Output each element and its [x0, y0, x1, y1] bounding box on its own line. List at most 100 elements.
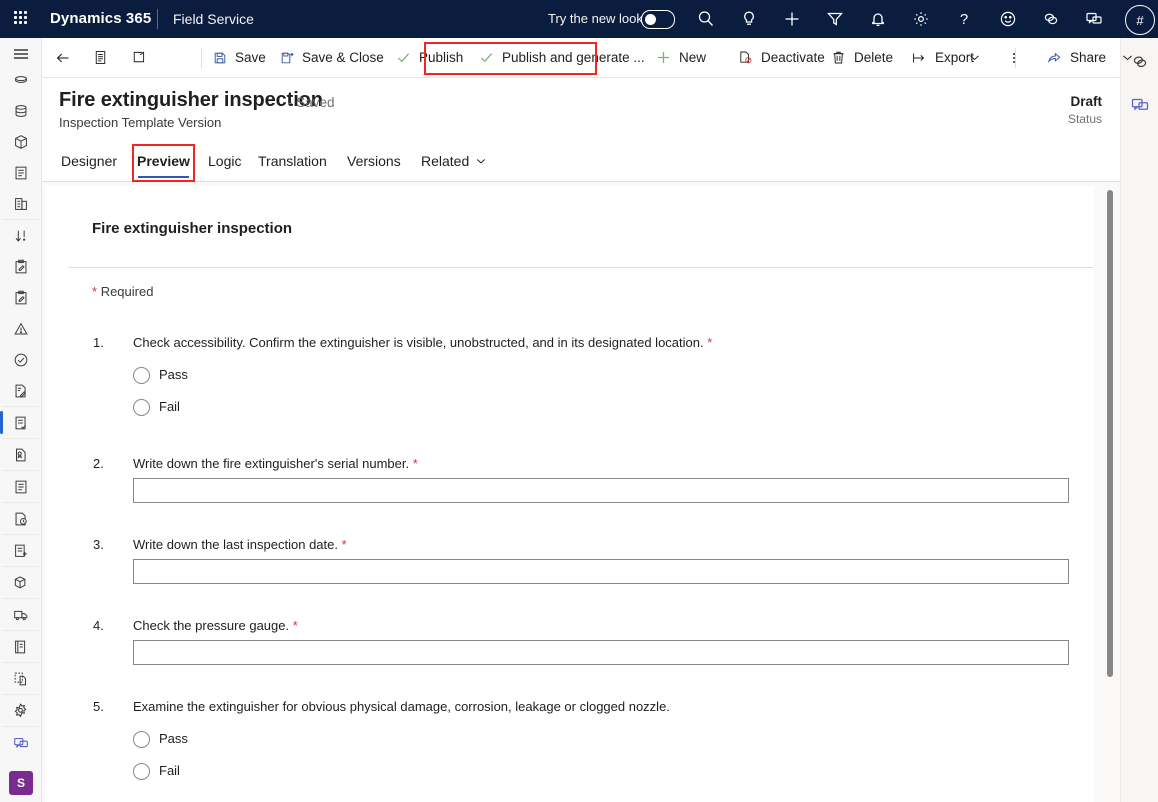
right-side-panel-rail [1120, 38, 1158, 802]
chevron-down-icon [1123, 55, 1132, 61]
new-button[interactable]: New [651, 38, 710, 77]
more-commands-button[interactable] [1002, 38, 1026, 77]
nav-item-building[interactable] [0, 188, 41, 219]
question-icon[interactable]: ? [954, 9, 974, 29]
smiley-icon[interactable] [998, 9, 1018, 29]
back-button[interactable] [50, 38, 76, 77]
question-1-required-asterisk: * [707, 335, 713, 350]
nav-item-warning[interactable] [0, 313, 41, 344]
search-icon[interactable] [696, 9, 716, 29]
question-1-option-pass[interactable]: Pass [133, 366, 1094, 384]
nav-item-document-badge[interactable] [0, 439, 41, 470]
gear-icon[interactable] [911, 9, 931, 29]
title-divider [68, 267, 1093, 268]
content-scrollbar-thumb[interactable] [1107, 190, 1113, 677]
tab-designer[interactable]: Designer [61, 140, 117, 181]
form-selector-button[interactable] [88, 38, 113, 77]
feedback-icon[interactable] [1084, 9, 1104, 29]
nav-item-dashed-document[interactable] [0, 663, 41, 694]
nav-item-pill[interactable] [0, 64, 41, 95]
nav-item-document-clock[interactable] [0, 503, 41, 534]
check-circle-icon [12, 351, 30, 369]
nav-item-feedback[interactable] [0, 727, 41, 758]
tab-translation[interactable]: Translation [258, 140, 327, 181]
radio-button[interactable] [133, 730, 150, 748]
nav-item-package-add[interactable] [0, 567, 41, 598]
nav-item-document[interactable] [0, 157, 41, 188]
export-chevron-button[interactable] [964, 38, 985, 77]
user-avatar[interactable]: # [1125, 5, 1155, 35]
nav-item-truck[interactable] [0, 599, 41, 630]
question-1-option-fail[interactable]: Fail [133, 398, 1094, 416]
tab-versions[interactable]: Versions [347, 140, 401, 181]
question-1-options: Pass Fail [133, 366, 1094, 416]
required-asterisk: * [92, 284, 98, 299]
filter-icon[interactable] [825, 9, 845, 29]
tab-logic[interactable]: Logic [208, 140, 241, 181]
nav-item-document-lines[interactable] [0, 471, 41, 502]
checkmark-icon [480, 53, 493, 63]
required-legend: * Required [92, 283, 1094, 301]
command-bar: Save Save & Close Publish Publish and ge… [42, 38, 1132, 78]
plus-icon[interactable] [782, 9, 802, 29]
question-3-number: 3. [93, 537, 104, 552]
app-launcher-icon[interactable] [14, 11, 30, 27]
document-add-icon [12, 542, 30, 560]
nav-item-sort[interactable] [0, 220, 41, 251]
nav-item-document-edit[interactable] [0, 375, 41, 406]
deactivate-icon [740, 51, 752, 64]
lightbulb-icon[interactable] [739, 9, 759, 29]
nav-item-clipboard-edit[interactable] [0, 251, 41, 282]
nav-item-inspections[interactable] [0, 407, 41, 438]
nav-item-documents[interactable] [0, 631, 41, 662]
database-icon [12, 102, 30, 120]
deactivate-button[interactable]: Deactivate [733, 38, 829, 77]
question-5-text: Examine the extinguisher for obvious phy… [133, 698, 1094, 716]
page-title: Fire extinguisher inspection [59, 89, 323, 111]
share-chevron-button[interactable] [1117, 38, 1138, 77]
tab-designer-label: Designer [61, 152, 118, 169]
tab-related-label: Related [421, 152, 470, 169]
chevron-down-icon [477, 158, 486, 163]
delete-button[interactable]: Delete [826, 38, 897, 77]
publish-and-generate-button[interactable]: Publish and generate ... [474, 38, 649, 77]
user-profile-avatar[interactable]: S [9, 771, 33, 795]
nav-item-settings[interactable] [0, 695, 41, 726]
open-in-new-window-button[interactable] [126, 38, 151, 77]
question-3-input[interactable] [133, 559, 1069, 584]
nav-item-check-circle[interactable] [0, 344, 41, 375]
chevron-down-icon [970, 55, 979, 61]
nav-item-document-add[interactable] [0, 535, 41, 566]
tab-related[interactable]: Related [421, 140, 487, 181]
feedback-chat-icon[interactable] [1130, 95, 1150, 115]
try-new-look-toggle[interactable] [641, 10, 675, 29]
copilot-icon[interactable] [1041, 9, 1061, 29]
save-and-close-button[interactable]: Save & Close [275, 38, 388, 77]
inspection-document-icon [12, 414, 30, 432]
nav-item-package[interactable] [0, 126, 41, 157]
question-2-input[interactable] [133, 478, 1069, 503]
settings-gear-icon [11, 701, 30, 720]
question-5-option-pass[interactable]: Pass [133, 730, 1094, 748]
nav-toggle[interactable] [0, 38, 41, 64]
question-4: 4. Check the pressure gauge. * [46, 617, 1094, 665]
question-4-number: 4. [93, 618, 104, 633]
question-4-input[interactable] [133, 640, 1069, 665]
option-label: Fail [159, 763, 180, 778]
back-arrow-icon [56, 53, 69, 62]
radio-button[interactable] [133, 398, 150, 416]
publish-button[interactable]: Publish [391, 38, 467, 77]
nav-item-database[interactable] [0, 95, 41, 126]
saved-state: - Saved [288, 95, 335, 110]
radio-button[interactable] [133, 366, 150, 384]
radio-button[interactable] [133, 762, 150, 780]
share-button[interactable]: Share [1042, 38, 1110, 77]
bell-icon[interactable] [868, 9, 888, 29]
tab-preview[interactable]: Preview [137, 140, 190, 181]
save-button[interactable]: Save [208, 38, 270, 77]
question-5-option-fail[interactable]: Fail [133, 762, 1094, 780]
pill-icon [12, 71, 30, 89]
nav-item-clipboard-edit-alt[interactable] [0, 282, 41, 313]
app-name[interactable]: Field Service [173, 11, 254, 27]
inspection-form-card: Fire extinguisher inspection * Required … [46, 186, 1094, 802]
